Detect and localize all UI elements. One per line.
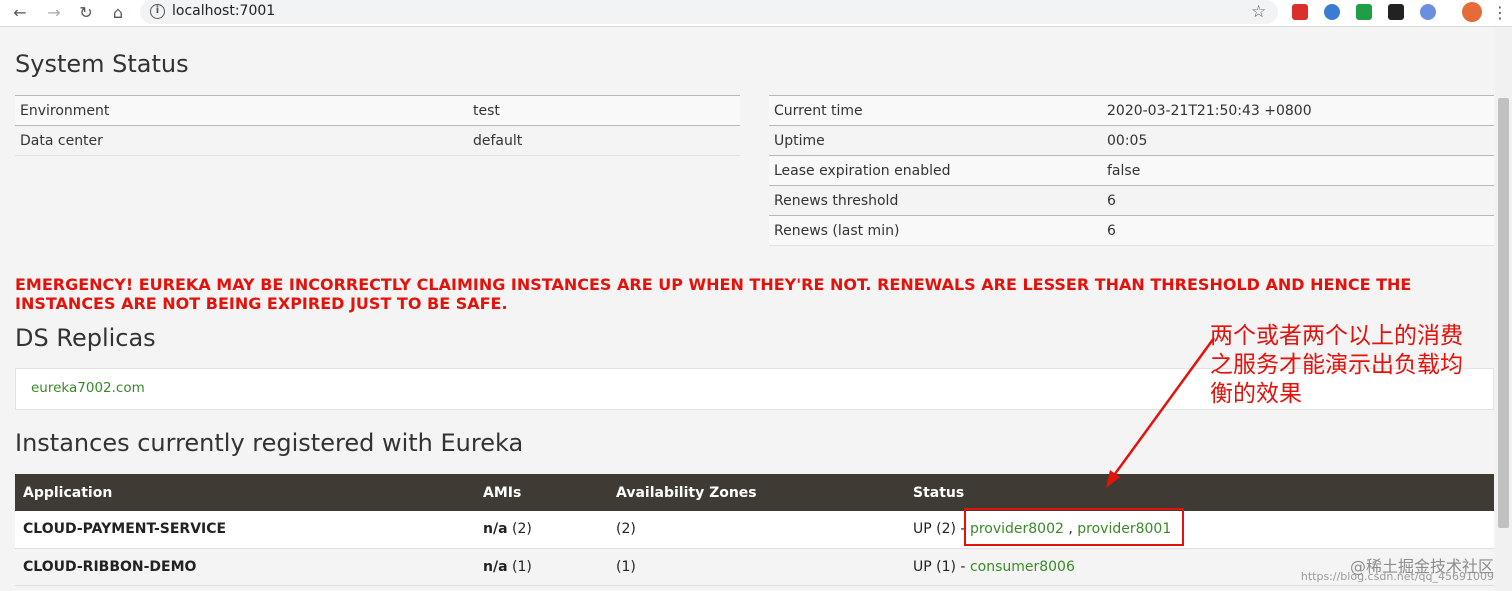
watermark-url: https://blog.csdn.net/qq_45691009	[1300, 570, 1494, 583]
annotation-arrow	[1106, 337, 1216, 488]
